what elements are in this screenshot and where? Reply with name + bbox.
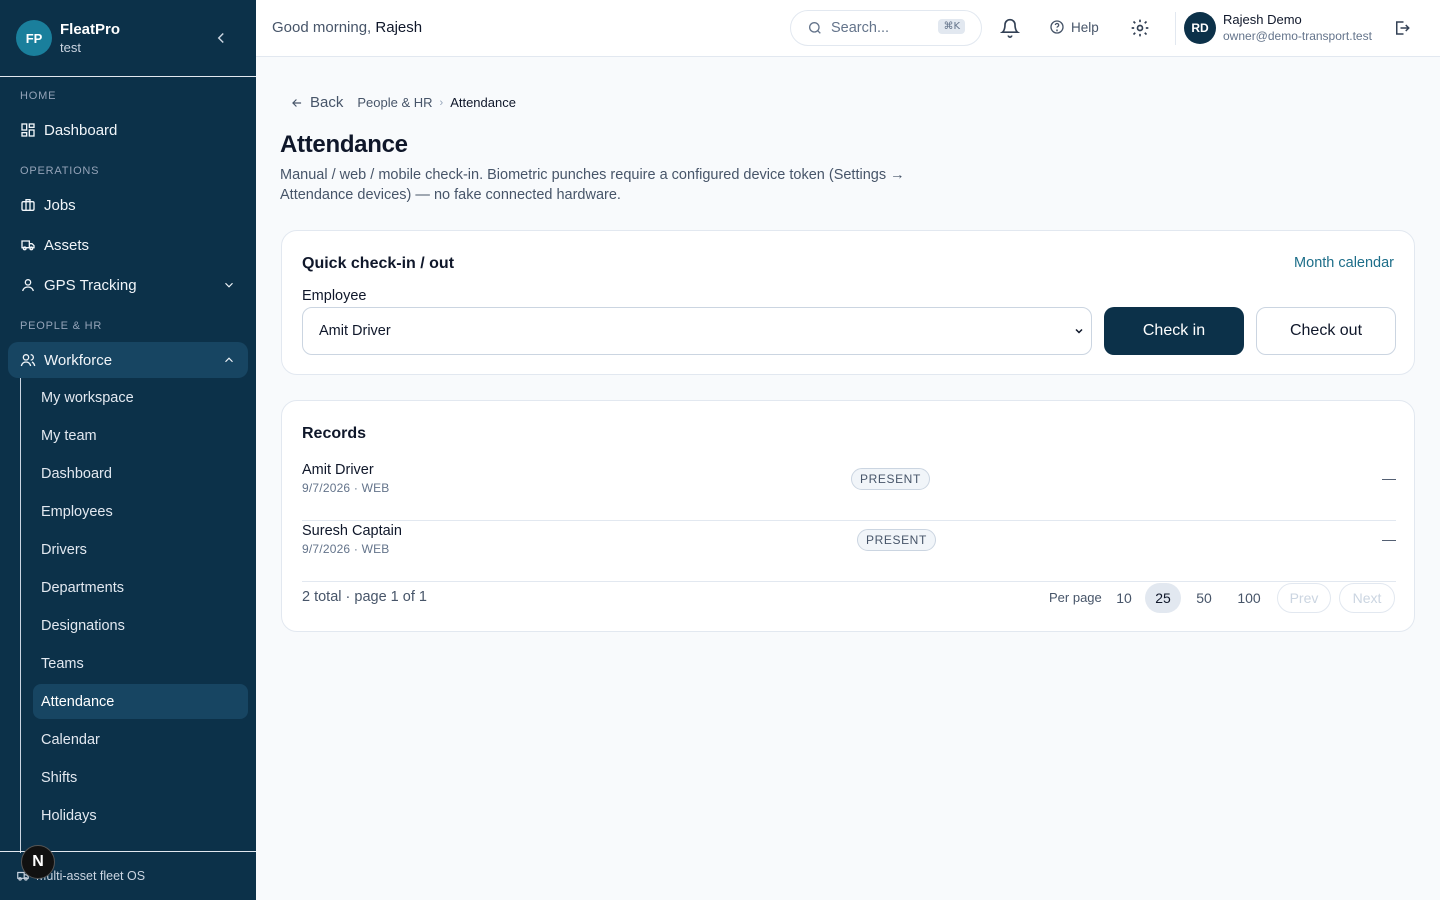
brand-header: FP FleatPro test xyxy=(0,0,256,77)
help-label: Help xyxy=(1071,19,1099,35)
per-page-label: Per page xyxy=(1049,590,1102,605)
chevron-up-icon xyxy=(225,357,233,363)
status-badge: PRESENT xyxy=(851,468,930,490)
prev-button[interactable]: Prev xyxy=(1277,583,1331,613)
pagination-summary: 2 total · page 1 of 1 xyxy=(302,589,427,605)
dashboard-icon xyxy=(21,123,35,137)
record-meta: 9/7/2026 · WEB xyxy=(302,481,390,495)
search-shortcut: ⌘K xyxy=(938,19,965,34)
month-calendar-link[interactable]: Month calendar xyxy=(1294,255,1394,271)
submenu-rail xyxy=(20,378,21,853)
avatar[interactable]: RD xyxy=(1184,12,1216,44)
search-input[interactable]: Search... ⌘K xyxy=(790,10,982,46)
sidebar-item-label: Jobs xyxy=(44,196,76,214)
employee-label: Employee xyxy=(302,288,367,304)
per-page-option-50[interactable]: 50 xyxy=(1189,583,1219,613)
sidebar-item-workforce[interactable]: Workforce xyxy=(8,342,248,378)
record-name: Suresh Captain xyxy=(302,523,402,539)
records-card: Records Amit Driver 9/7/2026 · WEB PRESE… xyxy=(281,400,1415,632)
sidebar-item-gps-tracking[interactable]: GPS Tracking xyxy=(8,267,248,303)
help-button[interactable]: Help xyxy=(1049,19,1099,35)
sidebar-subitem-dashboard[interactable]: Dashboard xyxy=(33,456,248,491)
help-circle-icon xyxy=(1050,20,1064,34)
employee-select[interactable]: Amit Driver xyxy=(302,307,1092,355)
per-page-option-10[interactable]: 10 xyxy=(1111,583,1137,613)
sidebar-subitem-my-team[interactable]: My team xyxy=(33,418,248,453)
sidebar-subitem-drivers[interactable]: Drivers xyxy=(33,532,248,567)
per-page-option-100[interactable]: 100 xyxy=(1227,583,1271,613)
table-row[interactable]: Suresh Captain 9/7/2026 · WEB PRESENT — xyxy=(302,521,1396,582)
user-location-icon xyxy=(22,279,34,292)
sidebar-subitem-employees[interactable]: Employees xyxy=(33,494,248,529)
user-name: Rajesh Demo xyxy=(1223,12,1302,27)
sidebar-subitem-calendar[interactable]: Calendar xyxy=(33,722,248,757)
sidebar-item-label: Assets xyxy=(44,236,90,254)
breadcrumb-parent[interactable]: People & HR xyxy=(357,95,432,110)
truck-icon xyxy=(21,240,35,251)
chevron-right-icon: › xyxy=(439,96,444,109)
sidebar-subitem-departments[interactable]: Departments xyxy=(33,570,248,605)
records-title: Records xyxy=(302,425,367,442)
status-badge: PRESENT xyxy=(857,529,936,551)
topbar-divider xyxy=(1175,12,1176,45)
greeting-prefix: Good morning, xyxy=(272,19,372,36)
search-icon xyxy=(809,22,821,34)
chevron-down-icon xyxy=(225,282,233,288)
quick-check-title: Quick check-in / out xyxy=(302,255,455,272)
briefcase-icon xyxy=(21,199,35,211)
dev-tools-badge[interactable]: N xyxy=(21,845,55,879)
employee-select-value: Amit Driver xyxy=(319,323,391,339)
record-name: Amit Driver xyxy=(302,462,374,478)
sidebar-item-assets[interactable]: Assets xyxy=(8,227,248,263)
brand-subtitle: test xyxy=(60,39,81,55)
sidebar-subitem-shifts[interactable]: Shifts xyxy=(33,760,248,795)
gear-icon[interactable] xyxy=(1130,18,1150,38)
sidebar-subitem-my-workspace[interactable]: My workspace xyxy=(33,380,248,415)
greeting: Good morning, Rajesh xyxy=(272,19,422,36)
sidebar-subitem-attendance[interactable]: Attendance xyxy=(33,684,248,719)
next-button[interactable]: Next xyxy=(1339,583,1395,613)
nav-section-home: HOME xyxy=(20,90,57,102)
sidebar-item-label: Dashboard xyxy=(44,121,118,139)
chevron-down-icon xyxy=(1075,328,1083,334)
record-meta: 9/7/2026 · WEB xyxy=(302,542,390,556)
nav-section-people-hr: PEOPLE & HR xyxy=(20,320,103,332)
bell-icon[interactable] xyxy=(1000,18,1020,38)
page-title: Attendance xyxy=(280,131,408,158)
sidebar-subitem-teams[interactable]: Teams xyxy=(33,646,248,681)
record-checkout: — xyxy=(1382,470,1396,486)
sidebar-item-jobs[interactable]: Jobs xyxy=(8,187,248,223)
brand-avatar: FP xyxy=(16,20,52,56)
quick-check-card: Quick check-in / out Month calendar Empl… xyxy=(281,230,1415,375)
chevron-left-icon[interactable] xyxy=(212,29,230,47)
search-placeholder: Search... xyxy=(831,20,890,36)
user-email: owner@demo-transport.test xyxy=(1223,29,1372,43)
record-checkout: — xyxy=(1382,531,1396,547)
arrow-left-icon xyxy=(292,98,302,107)
check-out-button[interactable]: Check out xyxy=(1256,307,1396,355)
back-label: Back xyxy=(310,94,344,111)
check-in-button[interactable]: Check in xyxy=(1104,307,1244,355)
topbar: Good morning, Rajesh Search... ⌘K Help R… xyxy=(256,0,1440,57)
greeting-name: Rajesh xyxy=(375,19,423,36)
page-description: Manual / web / mobile check-in. Biometri… xyxy=(280,167,905,203)
back-button[interactable]: Back xyxy=(290,94,343,111)
logout-icon[interactable] xyxy=(1393,19,1411,37)
breadcrumb: Back People & HR › Attendance xyxy=(290,94,516,111)
table-row[interactable]: Amit Driver 9/7/2026 · WEB PRESENT — xyxy=(302,460,1396,521)
sidebar-item-dashboard[interactable]: Dashboard xyxy=(8,112,248,148)
breadcrumb-current: Attendance xyxy=(450,95,516,110)
brand-name: FleatPro xyxy=(60,20,121,38)
sidebar-item-label: Workforce xyxy=(44,351,113,369)
sidebar: FP FleatPro test HOME Dashboard OPERATIO… xyxy=(0,0,256,900)
sidebar-subitem-holidays[interactable]: Holidays xyxy=(33,798,248,833)
per-page-option-25[interactable]: 25 xyxy=(1145,583,1181,613)
sidebar-subitem-designations[interactable]: Designations xyxy=(33,608,248,643)
sidebar-item-label: GPS Tracking xyxy=(44,276,137,294)
users-icon xyxy=(20,354,36,367)
nav-section-operations: OPERATIONS xyxy=(20,165,100,177)
